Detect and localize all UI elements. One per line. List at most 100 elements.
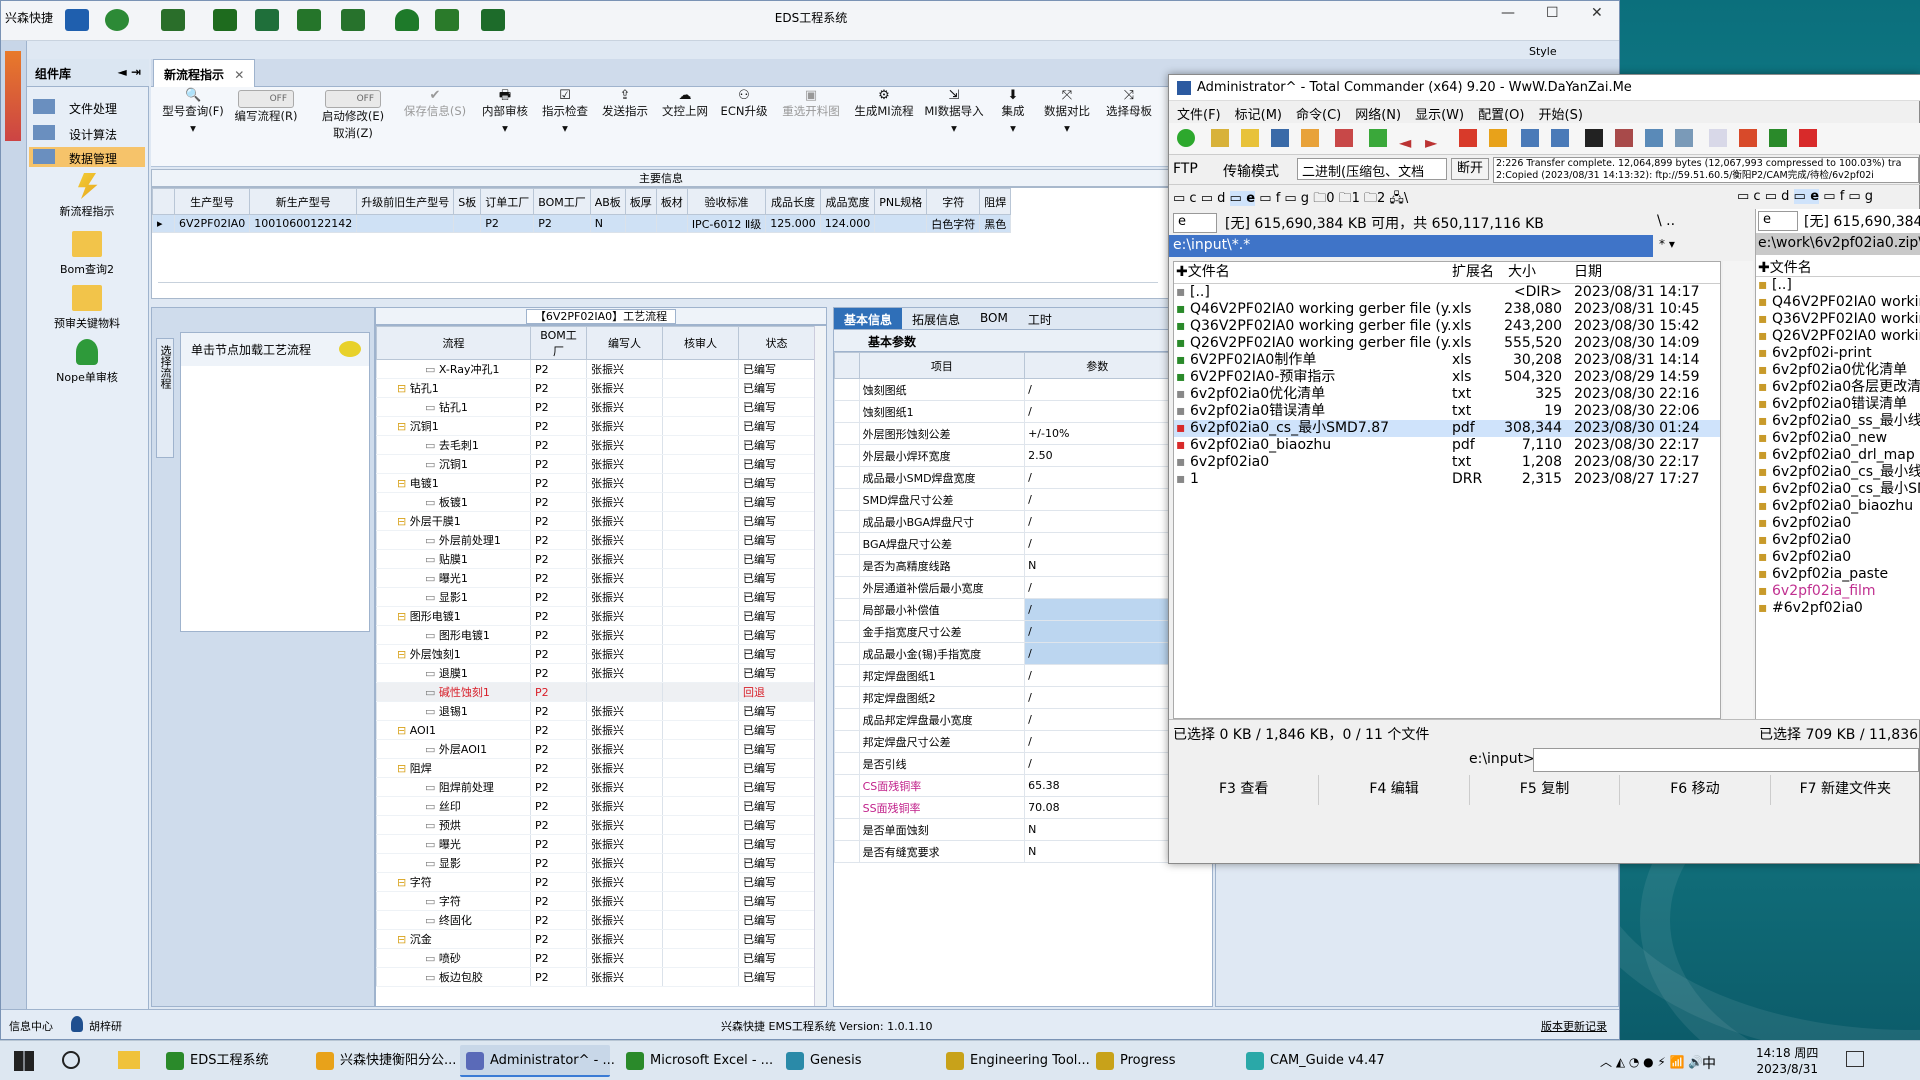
btn-reselect-cut[interactable]: ▣ 重选开料图: [777, 89, 845, 120]
main-col-header[interactable]: AB板: [589, 188, 626, 215]
main-col-header[interactable]: 阻焊: [979, 188, 1012, 215]
flow-row[interactable]: ▭ 终固化 P2 张振兴 已编写: [376, 910, 815, 930]
flow-node[interactable]: ⊟ 钻孔1: [376, 378, 531, 398]
taskbar-app[interactable]: CAM_Guide v4.47: [1240, 1045, 1400, 1077]
file-row[interactable]: ▪6v2pf02ia0_ss_最小线宽4: [1756, 413, 1920, 430]
param-row[interactable]: 外层最小焊环宽度2.50mil: [834, 444, 1204, 467]
file-row[interactable]: ▪ 6v2pf02ia0_cs_最小SMD7.87 pdf 308,344 2023/0…: [1174, 420, 1720, 437]
taskbar-app[interactable]: Administrator^ - ...: [460, 1045, 615, 1077]
zip-icon[interactable]: [1369, 129, 1387, 147]
search-icon[interactable]: [62, 1051, 80, 1069]
root-button[interactable]: \ ..: [1657, 213, 1675, 229]
flow-node[interactable]: ▭ 退锡1: [376, 701, 531, 721]
disconnect-button[interactable]: 断开: [1451, 158, 1489, 180]
flow-col-header[interactable]: BOM工厂: [530, 326, 587, 360]
btn-generate-mi[interactable]: ⚙ 生成MI流程: [851, 89, 917, 120]
flow-node-box[interactable]: 单击节点加载工艺流程: [180, 332, 370, 632]
tab-close-icon[interactable]: ✕: [234, 68, 244, 82]
flow-node[interactable]: ⊟ 沉铜1: [376, 416, 531, 436]
param-row[interactable]: 外层通道补偿后最小宽度/mil: [834, 576, 1204, 599]
toggle-write-flow[interactable]: OFF: [238, 90, 294, 108]
btn-mi-import[interactable]: ⇲ MI数据导入 ▾: [921, 89, 987, 137]
file-row[interactable]: ▪ 6v2pf02ia0优化清单 txt 325 2023/08/30 22:16: [1174, 386, 1720, 403]
tc-menu-item[interactable]: 标记(M): [1235, 104, 1282, 123]
main-col-header[interactable]: 新生产型号: [249, 188, 358, 215]
flow-row[interactable]: ▭ 喷砂 P2 张振兴 已编写: [376, 948, 815, 968]
flow-row[interactable]: ⊟ 沉金 P2 张振兴 已编写: [376, 929, 815, 949]
param-tab[interactable]: BOM: [970, 308, 1018, 329]
tc-menu-item[interactable]: 开始(S): [1539, 104, 1583, 123]
tree-icon[interactable]: [1301, 129, 1319, 147]
find-icon[interactable]: [1585, 129, 1603, 147]
flow-row[interactable]: ▭ 碱性蚀刻1 P2 回退: [376, 682, 815, 702]
file-row[interactable]: ▪6v2pf02ia0_cs_最小线宽5: [1756, 464, 1920, 481]
flow-row[interactable]: ▭ 退锡1 P2 张振兴 已编写: [376, 701, 815, 721]
toggle-start-modify[interactable]: OFF: [325, 90, 381, 108]
file-row[interactable]: ▪ 6v2pf02ia0各层更改清单: [1756, 379, 1920, 396]
param-value[interactable]: /: [1024, 532, 1171, 555]
flow-node[interactable]: ▭ 丝印: [376, 796, 531, 816]
flow-node[interactable]: ▭ 图形电镀1: [376, 625, 531, 645]
file-row[interactable]: ▪ 6v2pf02ia0_biaozhu pdf 7,110 2023/08/30 22…: [1174, 437, 1720, 454]
main-cell[interactable]: 白色字符: [926, 214, 981, 233]
left-path[interactable]: e:\input\*.*: [1169, 235, 1653, 257]
invert-icon[interactable]: [1335, 129, 1353, 147]
flow-node[interactable]: ▭ 显影1: [376, 587, 531, 607]
file-row[interactable]: ▪ 6v2pf02ia0: [1756, 532, 1920, 549]
flow-node[interactable]: ▭ 贴膜1: [376, 549, 531, 569]
flow-node[interactable]: ▭ 去毛刺1: [376, 435, 531, 455]
param-value[interactable]: +/-10%: [1024, 422, 1171, 445]
refresh-icon[interactable]: [1177, 129, 1195, 147]
btn-internal-review[interactable]: 🖶 内部审核 ▾: [477, 89, 533, 137]
param-row[interactable]: SMD焊盘尺寸公差/mil: [834, 488, 1204, 511]
main-col-header[interactable]: 升级前旧生产型号: [356, 188, 455, 215]
param-row[interactable]: 邦定焊盘图纸1/: [834, 664, 1204, 687]
col-size[interactable]: 大小: [1508, 262, 1536, 283]
menu-design[interactable]: 设计算法: [29, 123, 145, 143]
main-cell[interactable]: N: [589, 214, 626, 233]
file-row[interactable]: ▪ 6v2pf02ia0_biaozhu: [1756, 498, 1920, 515]
flow-row[interactable]: ⊟ 阻焊 P2 张振兴 已编写: [376, 758, 815, 778]
param-value[interactable]: N: [1024, 840, 1171, 863]
flow-row[interactable]: ⊟ 外层蚀刻1 P2 张振兴 已编写: [376, 644, 815, 664]
param-tab[interactable]: 工时: [1018, 308, 1062, 329]
main-cell[interactable]: 125.000: [765, 214, 821, 233]
v-scrollbar[interactable]: [814, 326, 826, 1006]
fkey-button[interactable]: F5 复制: [1470, 775, 1621, 805]
file-row[interactable]: ▪ #6v2pf02ia0: [1756, 600, 1920, 617]
btn-doc-online[interactable]: ☁ 文控上网: [657, 89, 713, 120]
flow-row[interactable]: ⊟ 图形电镀1 P2 张振兴 已编写: [376, 606, 815, 626]
flow-node[interactable]: ⊟ 外层蚀刻1: [376, 644, 531, 664]
main-cell[interactable]: P2: [480, 214, 535, 233]
col-date[interactable]: 日期: [1574, 262, 1602, 283]
excel-icon[interactable]: [1769, 129, 1787, 147]
main-col-header[interactable]: S板: [453, 188, 482, 215]
main-cell[interactable]: 6V2PF02IA0: [173, 214, 251, 233]
flow-node[interactable]: ▭ 显影: [376, 853, 531, 873]
taskbar-app[interactable]: Microsoft Excel - ...: [620, 1045, 773, 1077]
info-center[interactable]: 信息中心: [9, 1018, 53, 1034]
flow-col-header[interactable]: 编写人: [586, 326, 663, 360]
nope-review-item[interactable]: Nope单审核: [29, 339, 145, 385]
param-row[interactable]: 是否为高精度线路 N: [834, 554, 1204, 577]
taskbar-app[interactable]: Engineering Tool...: [940, 1045, 1090, 1077]
file-row[interactable]: ▪ 6v2pf02ia0优化清单: [1756, 362, 1920, 379]
flow-col-header[interactable]: 状态: [738, 326, 815, 360]
flow-row[interactable]: ▭ 显影1 P2 张振兴 已编写: [376, 587, 815, 607]
main-col-header[interactable]: 订单工厂: [480, 188, 535, 215]
flow-node[interactable]: ⊟ AOI1: [376, 720, 531, 740]
back-icon[interactable]: ◄: [1399, 133, 1411, 152]
param-value[interactable]: N: [1024, 818, 1171, 841]
flow-node[interactable]: ⊟ 图形电镀1: [376, 606, 531, 626]
param-row[interactable]: 成品最小SMD焊盘宽度/mil: [834, 466, 1204, 489]
flow-col-header[interactable]: 流程: [376, 326, 531, 360]
file-row[interactable]: ▪ Q26V2PF02IA0 working gerber file (y.. xl…: [1174, 335, 1720, 352]
flow-node[interactable]: ▭ 沉铜1: [376, 454, 531, 474]
prereview-item[interactable]: 预审关键物料: [29, 285, 145, 331]
btn-ecn-upgrade[interactable]: ⚇ ECN升级: [717, 89, 771, 120]
param-value[interactable]: /: [1024, 598, 1171, 621]
file-row[interactable]: ▪ 6v2pf02ia0错误清单: [1756, 396, 1920, 413]
flow-row[interactable]: ▭ 图形电镀1 P2 张振兴 已编写: [376, 625, 815, 645]
main-col-header[interactable]: 验收标准: [686, 188, 767, 215]
h-scrollbar[interactable]: [158, 282, 1158, 292]
